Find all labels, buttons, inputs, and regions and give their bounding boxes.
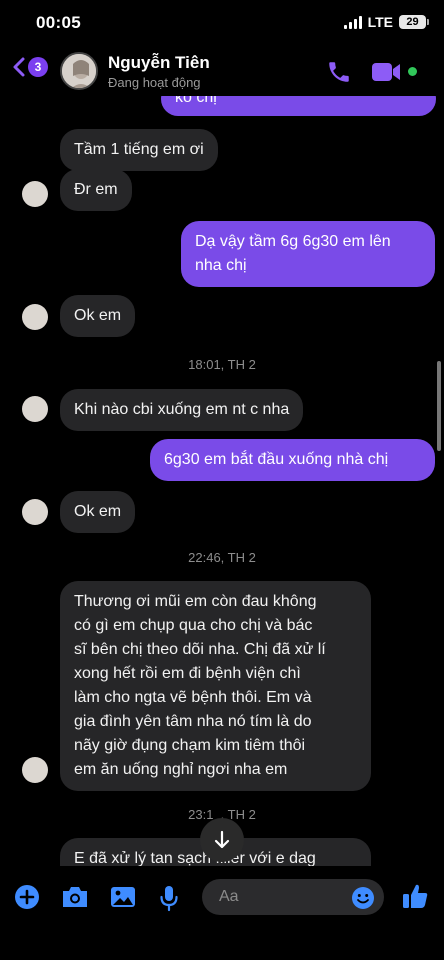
contact-avatar[interactable]	[60, 52, 98, 90]
message-line: nha chị	[195, 257, 247, 274]
message-text: Đr em	[74, 181, 118, 198]
camera-icon[interactable]	[60, 884, 90, 910]
sender-avatar	[22, 304, 48, 330]
sender-avatar	[22, 757, 48, 783]
scrollbar[interactable]	[437, 361, 441, 451]
scroll-to-bottom-button[interactable]	[200, 818, 244, 862]
battery-icon: 29	[399, 15, 429, 29]
back-chevron-icon	[13, 57, 25, 77]
message-line: gia đình yên tâm nha nó tím là do	[74, 713, 312, 730]
chat-header: 3 Nguyễn Tiên Đang hoạt động	[0, 44, 444, 96]
status-time: 00:05	[36, 13, 81, 32]
arrow-down-icon	[214, 830, 230, 849]
timestamp: 18:01, TH 2	[188, 357, 256, 372]
message-text: Tầm 1 tiếng em ơi	[74, 141, 204, 158]
signal-icon	[343, 15, 362, 29]
message-input[interactable]: Aa	[202, 879, 384, 915]
emoji-icon[interactable]	[351, 886, 375, 910]
message-line: làm cho ngta vẽ bệnh thôi. Em và	[74, 689, 312, 706]
message-bubble-outgoing[interactable]: ko chị	[161, 96, 436, 116]
contact-name[interactable]: Nguyễn Tiên	[108, 53, 210, 73]
message-text: 6g30 em bắt đầu xuống nhà chị	[164, 451, 389, 468]
plus-icon[interactable]	[14, 884, 40, 910]
online-indicator	[408, 67, 417, 76]
status-indicators: LTE 29	[343, 14, 429, 30]
message-text: Ok em	[74, 307, 122, 324]
message-line: nãy giờ đụng chạm kim tiêm thôi	[74, 737, 306, 754]
composer-bar: Aa	[0, 866, 444, 960]
message-bubble-incoming[interactable]: Đr em	[60, 169, 132, 211]
message-text: Khi nào cbi xuống em nt c nha	[74, 401, 290, 418]
message-text: ko chị	[175, 96, 217, 106]
status-bar: 00:05 LTE 29	[0, 0, 444, 44]
message-line: xong hết rồi em đi bệnh viện chì	[74, 665, 301, 682]
message-bubble-incoming[interactable]: Tầm 1 tiếng em ơi	[60, 129, 218, 171]
sender-avatar	[22, 499, 48, 525]
gallery-icon[interactable]	[109, 884, 137, 910]
unread-count-badge: 3	[28, 57, 48, 77]
message-bubble-incoming[interactable]: Khi nào cbi xuống em nt c nha	[60, 389, 304, 431]
message-line: Dạ vậy tầm 6g 6g30 em lên	[195, 233, 391, 250]
message-bubble-outgoing[interactable]: 6g30 em bắt đầu xuống nhà chị	[150, 439, 435, 481]
microphone-icon[interactable]	[158, 884, 180, 912]
message-list[interactable]: ko chị Tầm 1 tiếng em ơi Đr em Dạ vậy tầ…	[0, 96, 444, 866]
message-text: E đã xử lý tan sạch filler với e dag	[74, 850, 316, 866]
message-bubble-outgoing[interactable]: Dạ vậy tầm 6g 6g30 em lên nha chị	[181, 221, 435, 287]
video-camera-icon[interactable]	[371, 61, 401, 83]
avatar-image	[62, 54, 96, 88]
timestamp: 22:46, TH 2	[188, 550, 256, 565]
back-button[interactable]: 3	[12, 56, 48, 78]
message-line: em ăn uống nghỉ ngơi nha em	[74, 761, 288, 778]
message-text: Ok em	[74, 503, 122, 520]
message-bubble-incoming[interactable]: Ok em	[60, 295, 136, 337]
sender-avatar	[22, 396, 48, 422]
phone-icon[interactable]	[326, 59, 352, 85]
message-bubble-incoming[interactable]: Ok em	[60, 491, 136, 533]
thumbs-up-icon[interactable]	[401, 882, 429, 910]
message-line: sĩ bên chị theo dõi nha. Chị đã xử lí	[74, 641, 326, 658]
network-label: LTE	[367, 14, 393, 30]
message-line: có gì em chụp qua cho chị và bác	[74, 617, 313, 634]
message-bubble-incoming[interactable]: Thương ơi mũi em còn đau không có gì em …	[60, 581, 371, 791]
message-input-placeholder: Aa	[219, 888, 239, 905]
message-line: Thương ơi mũi em còn đau không	[74, 593, 317, 610]
sender-avatar	[22, 181, 48, 207]
contact-status: Đang hoạt động	[108, 75, 201, 90]
